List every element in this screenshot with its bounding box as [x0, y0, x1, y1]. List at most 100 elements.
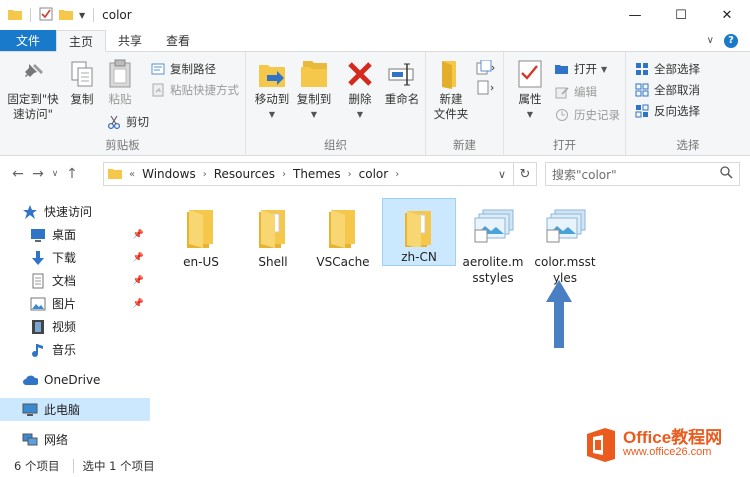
sidebar-item-downloads[interactable]: 下载 📌	[0, 246, 150, 269]
cloud-icon	[22, 372, 38, 388]
move-to-folder-icon	[256, 58, 288, 90]
select-group-label: 选择	[676, 138, 700, 152]
cut-button[interactable]: 剪切	[106, 114, 149, 130]
breadcrumb-separator-icon[interactable]: ›	[200, 169, 210, 180]
sidebar-item-onedrive[interactable]: OneDrive	[0, 368, 150, 391]
search-box[interactable]: 搜索"color"	[545, 162, 740, 186]
toolbar-divider	[93, 8, 95, 22]
up-arrow-icon[interactable]: ↑	[62, 166, 82, 182]
open-chevron-icon: ▼	[601, 64, 608, 74]
tab-file[interactable]: 文件	[0, 30, 57, 51]
sidebar-item-pictures[interactable]: 图片 📌	[0, 292, 150, 315]
star-icon	[22, 204, 38, 220]
edit-button[interactable]: 编辑	[554, 84, 597, 100]
new-folder-icon	[435, 58, 467, 90]
breadcrumb-overflow[interactable]: «	[126, 169, 138, 180]
forward-arrow-icon[interactable]: →	[28, 166, 48, 182]
pin-icon[interactable]: 📌	[133, 299, 144, 309]
sidebar-item-network[interactable]: 网络	[0, 428, 150, 451]
sidebar-item-this-pc[interactable]: 此电脑	[0, 398, 150, 421]
picture-icon	[30, 296, 46, 312]
search-icon[interactable]	[720, 166, 733, 182]
tab-share[interactable]: 共享	[106, 30, 154, 51]
rename-button[interactable]: 重命名	[380, 58, 424, 107]
copy-path-button[interactable]: 复制路径	[150, 61, 216, 77]
folder-item[interactable]: en-US	[164, 198, 238, 270]
edit-pencil-icon	[554, 84, 570, 100]
paste-shortcut-button[interactable]: 粘贴快捷方式	[150, 82, 239, 98]
address-folder-icon	[108, 166, 122, 183]
sidebar-item-quick-access[interactable]: 快速访问	[0, 200, 150, 223]
properties-button[interactable]: 属性 ▼	[510, 58, 550, 122]
paste-button[interactable]: 粘贴	[102, 58, 138, 107]
recent-locations-chevron-icon[interactable]: ∨	[48, 169, 62, 179]
clipboard-group-label: 剪贴板	[105, 138, 140, 152]
copy-to-folder-icon	[298, 58, 330, 90]
pin-icon[interactable]: 📌	[133, 276, 144, 286]
breadcrumb-separator-icon[interactable]: ›	[392, 169, 402, 180]
ribbon-tabs: 文件 主页 共享 查看 ∨ ?	[0, 30, 750, 52]
back-arrow-icon[interactable]: ←	[8, 166, 28, 182]
copy-button[interactable]: 复制	[64, 58, 100, 107]
watermark-title: Office教程网	[623, 428, 723, 447]
paste-clipboard-icon	[104, 58, 136, 90]
folder-icon	[329, 210, 355, 248]
open-button[interactable]: 打开 ▼	[554, 61, 607, 77]
folder-item[interactable]: VSCache	[306, 198, 380, 270]
move-to-button[interactable]: 移动到 ▼	[252, 58, 292, 122]
easy-access-icon[interactable]	[476, 80, 496, 99]
tab-view[interactable]: 查看	[154, 30, 202, 51]
copy-to-button[interactable]: 复制到 ▼	[294, 58, 334, 122]
select-group: 全部选择 全部取消 反向选择 选择	[626, 52, 750, 156]
refresh-icon[interactable]: ↻	[514, 167, 536, 182]
navigation-pane: 快速访问 桌面 📌 下载 📌 文档 📌 图片 📌 视频 音乐 OneDrive …	[0, 196, 150, 454]
sidebar-item-videos[interactable]: 视频	[0, 315, 150, 338]
theme-file-icon	[546, 209, 586, 243]
delete-button[interactable]: 删除 ▼	[340, 58, 380, 122]
file-item[interactable]: color.msst yles	[528, 198, 602, 286]
address-history-chevron-icon[interactable]: ∨	[491, 168, 513, 181]
pin-icon[interactable]: 📌	[133, 253, 144, 263]
tab-home[interactable]: 主页	[56, 30, 107, 52]
title-bar: ▼ color — ☐ ✕	[0, 0, 750, 30]
help-icon[interactable]: ?	[724, 33, 738, 48]
close-button[interactable]: ✕	[704, 0, 750, 30]
folder-item[interactable]: zh-CN	[382, 198, 456, 266]
folder-item[interactable]: Shell	[236, 198, 310, 270]
maximize-button[interactable]: ☐	[658, 0, 704, 30]
select-none-button[interactable]: 全部取消	[634, 82, 700, 98]
address-bar[interactable]: « Windows › Resources › Themes › color ›…	[103, 162, 537, 186]
file-item[interactable]: aerolite.m sstyles	[456, 198, 530, 286]
new-group-label: 新建	[453, 138, 476, 152]
breadcrumb-color[interactable]: color	[355, 167, 393, 181]
breadcrumb-resources[interactable]: Resources	[210, 167, 279, 181]
breadcrumb-separator-icon[interactable]: ›	[345, 169, 355, 180]
new-item-icon[interactable]	[476, 59, 496, 79]
folder-icon	[405, 211, 431, 247]
pin-to-quick-access-button[interactable]: 固定到"快 速访问"	[4, 58, 62, 122]
properties-checklist-icon	[514, 58, 546, 90]
customize-toolbar-chevron-icon[interactable]: ▼	[79, 11, 85, 20]
network-icon	[22, 432, 38, 448]
sidebar-item-desktop[interactable]: 桌面 📌	[0, 223, 150, 246]
annotation-up-arrow	[546, 280, 572, 348]
scissors-icon	[106, 114, 122, 130]
breadcrumb-separator-icon[interactable]: ›	[279, 169, 289, 180]
expand-ribbon-chevron-icon[interactable]: ∨	[707, 35, 714, 46]
minimize-button[interactable]: —	[612, 0, 658, 30]
new-folder-icon[interactable]	[59, 8, 73, 23]
organize-group: 移动到 ▼ 复制到 ▼ 删除 ▼ 重命名 组织	[246, 52, 426, 156]
search-input[interactable]: 搜索"color"	[552, 166, 617, 183]
pin-icon[interactable]: 📌	[133, 230, 144, 240]
new-group: 新建 文件夹 新建	[426, 52, 504, 156]
breadcrumb-themes[interactable]: Themes	[289, 167, 345, 181]
sidebar-item-documents[interactable]: 文档 📌	[0, 269, 150, 292]
new-folder-button[interactable]: 新建 文件夹	[430, 58, 472, 122]
folder-icon	[187, 210, 213, 248]
history-button[interactable]: 历史记录	[554, 107, 620, 123]
sidebar-item-music[interactable]: 音乐	[0, 338, 150, 361]
invert-selection-button[interactable]: 反向选择	[634, 103, 700, 119]
select-all-button[interactable]: 全部选择	[634, 61, 700, 77]
properties-checkbox-icon[interactable]	[39, 7, 53, 24]
breadcrumb-windows[interactable]: Windows	[138, 167, 200, 181]
